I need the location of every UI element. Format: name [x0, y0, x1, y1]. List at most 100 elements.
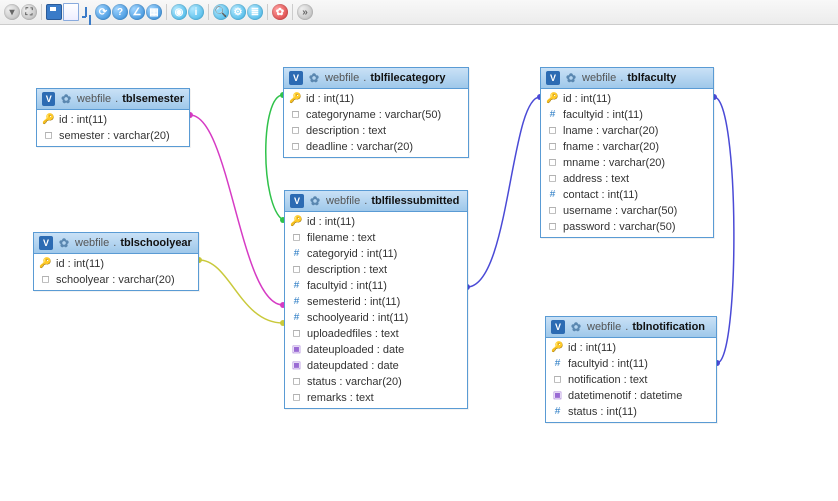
column-row[interactable]: 🔑id : int(11) — [541, 91, 713, 107]
column-row[interactable]: ◻remarks : text — [285, 390, 467, 406]
table-header[interactable]: V✿webfile.tblsemester — [37, 89, 189, 110]
txt-icon: ◻ — [547, 222, 558, 233]
gear-icon[interactable]: ✿ — [308, 194, 322, 208]
zoom-in-icon[interactable]: 🔍 — [213, 4, 229, 20]
column-row[interactable]: ◻deadline : varchar(20) — [284, 139, 468, 155]
save-icon[interactable] — [46, 4, 62, 20]
table-header[interactable]: V✿webfile.tblschoolyear — [34, 233, 198, 254]
column-row[interactable]: #semesterid : int(11) — [285, 294, 467, 310]
view-icon[interactable]: V — [289, 71, 303, 85]
table-header[interactable]: V✿webfile.tblfaculty — [541, 68, 713, 89]
help-icon[interactable]: ? — [112, 4, 128, 20]
designer-canvas[interactable]: V✿webfile.tblsemester🔑id : int(11)◻semes… — [0, 25, 838, 501]
view-icon[interactable]: V — [39, 236, 53, 250]
view-icon[interactable]: V — [290, 194, 304, 208]
column-row[interactable]: ◻description : text — [284, 123, 468, 139]
settings-icon[interactable]: ⚙ — [230, 4, 246, 20]
column-row[interactable]: ◻lname : varchar(20) — [541, 123, 713, 139]
column-row[interactable]: ◻address : text — [541, 171, 713, 187]
table-header[interactable]: V✿webfile.tblfilecategory — [284, 68, 468, 89]
table-tblsemester[interactable]: V✿webfile.tblsemester🔑id : int(11)◻semes… — [36, 88, 190, 147]
globe-icon[interactable]: ◉ — [171, 4, 187, 20]
column-row[interactable]: ◻description : text — [285, 262, 467, 278]
table-body: 🔑id : int(11)◻semester : varchar(20) — [37, 110, 189, 146]
schema-name: webfile — [587, 321, 621, 333]
fullscreen-icon[interactable]: ⛶ — [21, 4, 37, 20]
column-row[interactable]: ▣datetimenotif : datetime — [546, 388, 716, 404]
column-row[interactable]: ◻schoolyear : varchar(20) — [34, 272, 198, 288]
table-tblfilessubmitted[interactable]: V✿webfile.tblfilessubmitted🔑id : int(11)… — [284, 190, 468, 409]
column-text: schoolyearid : int(11) — [307, 312, 408, 324]
gear-icon[interactable]: ✿ — [307, 71, 321, 85]
column-row[interactable]: ◻semester : varchar(20) — [37, 128, 189, 144]
view-icon[interactable]: V — [551, 320, 565, 334]
gear-icon[interactable]: ✿ — [57, 236, 71, 250]
schema-name: webfile — [582, 72, 616, 84]
txt-icon: ◻ — [43, 131, 54, 142]
column-row[interactable]: 🔑id : int(11) — [284, 91, 468, 107]
column-row[interactable]: 🔑id : int(11) — [37, 112, 189, 128]
pdf-icon[interactable]: ✿ — [272, 4, 288, 20]
gear-icon[interactable]: ✿ — [59, 92, 72, 106]
relation-line-icon[interactable] — [80, 5, 94, 19]
dat-icon: ▣ — [552, 391, 563, 402]
layers-icon[interactable]: ≣ — [247, 4, 263, 20]
txt-icon: ◻ — [290, 126, 301, 137]
column-text: categoryname : varchar(50) — [306, 109, 441, 121]
table-tblnotification[interactable]: V✿webfile.tblnotification🔑id : int(11)#f… — [545, 316, 717, 423]
pk-icon: 🔑 — [547, 94, 558, 105]
schema-name: webfile — [75, 237, 109, 249]
column-text: dateuploaded : date — [307, 344, 404, 356]
table-tblfaculty[interactable]: V✿webfile.tblfaculty🔑id : int(11)#facult… — [540, 67, 714, 238]
view-icon[interactable]: V — [546, 71, 560, 85]
info-icon[interactable]: i — [188, 4, 204, 20]
column-row[interactable]: #status : int(11) — [546, 404, 716, 420]
column-row[interactable]: ▣dateupdated : date — [285, 358, 467, 374]
reload-icon[interactable]: ⟳ — [95, 4, 111, 20]
column-row[interactable]: #facultyid : int(11) — [541, 107, 713, 123]
table-tblfilecategory[interactable]: V✿webfile.tblfilecategory🔑id : int(11)◻c… — [283, 67, 469, 158]
pk-icon: 🔑 — [40, 259, 51, 270]
gear-icon[interactable]: ✿ — [569, 320, 583, 334]
column-row[interactable]: ◻username : varchar(50) — [541, 203, 713, 219]
expand-down-icon[interactable]: ▾ — [4, 4, 20, 20]
column-row[interactable]: 🔑id : int(11) — [546, 340, 716, 356]
angle-icon[interactable]: ∠ — [129, 4, 145, 20]
dot: . — [115, 93, 118, 105]
column-row[interactable]: ◻fname : varchar(20) — [541, 139, 713, 155]
column-row[interactable]: ▣dateuploaded : date — [285, 342, 467, 358]
table-name: tblfaculty — [627, 72, 676, 84]
column-text: description : text — [307, 264, 387, 276]
table-header[interactable]: V✿webfile.tblfilessubmitted — [285, 191, 467, 212]
column-row[interactable]: ◻filename : text — [285, 230, 467, 246]
table-name: tblnotification — [632, 321, 705, 333]
schema-name: webfile — [77, 93, 111, 105]
column-row[interactable]: ◻status : varchar(20) — [285, 374, 467, 390]
table-tblschoolyear[interactable]: V✿webfile.tblschoolyear🔑id : int(11)◻sch… — [33, 232, 199, 291]
column-row[interactable]: 🔑id : int(11) — [34, 256, 198, 272]
column-row[interactable]: #contact : int(11) — [541, 187, 713, 203]
column-row[interactable]: ◻password : varchar(50) — [541, 219, 713, 235]
column-text: contact : int(11) — [563, 189, 638, 201]
column-row[interactable]: ◻uploadedfiles : text — [285, 326, 467, 342]
view-icon[interactable]: V — [42, 92, 55, 106]
gear-icon[interactable]: ✿ — [564, 71, 578, 85]
column-row[interactable]: ◻notification : text — [546, 372, 716, 388]
document-icon[interactable] — [63, 3, 79, 21]
column-row[interactable]: 🔑id : int(11) — [285, 214, 467, 230]
column-row[interactable]: #facultyid : int(11) — [546, 356, 716, 372]
column-row[interactable]: ◻mname : varchar(20) — [541, 155, 713, 171]
column-row[interactable]: ◻categoryname : varchar(50) — [284, 107, 468, 123]
column-text: semesterid : int(11) — [307, 296, 400, 308]
num-icon: # — [291, 249, 302, 260]
table-header[interactable]: V✿webfile.tblnotification — [546, 317, 716, 338]
next-icon[interactable]: » — [297, 4, 313, 20]
table-body: 🔑id : int(11)◻filename : text#categoryid… — [285, 212, 467, 408]
column-text: facultyid : int(11) — [568, 358, 648, 370]
column-row[interactable]: #schoolyearid : int(11) — [285, 310, 467, 326]
toggle-grid-icon[interactable]: ▦ — [146, 4, 162, 20]
table-name: tblfilecategory — [370, 72, 445, 84]
column-row[interactable]: #facultyid : int(11) — [285, 278, 467, 294]
pk-icon: 🔑 — [552, 343, 563, 354]
column-row[interactable]: #categoryid : int(11) — [285, 246, 467, 262]
